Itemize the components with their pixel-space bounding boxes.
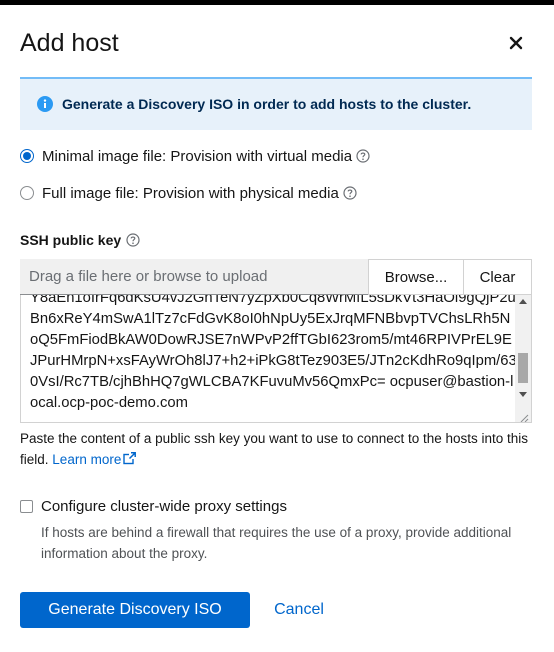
radio-minimal-image-label: Minimal image file: Provision with virtu… xyxy=(42,147,353,165)
help-icon[interactable] xyxy=(126,233,140,247)
generate-discovery-iso-button[interactable]: Generate Discovery ISO xyxy=(20,592,250,628)
cancel-button[interactable]: Cancel xyxy=(264,592,334,628)
learn-more-label: Learn more xyxy=(52,452,122,467)
radio-full-image-label: Full image file: Provision with physical… xyxy=(42,184,339,202)
file-upload: Browse... Clear xyxy=(20,259,532,295)
browse-button[interactable]: Browse... xyxy=(368,259,464,295)
scroll-up-arrow-icon[interactable] xyxy=(519,299,527,304)
radio-full-image-control[interactable] xyxy=(20,186,34,200)
window-top-border xyxy=(0,0,554,5)
scroll-down-arrow-icon[interactable] xyxy=(519,392,527,397)
clear-button[interactable]: Clear xyxy=(464,259,532,295)
radio-full-image[interactable]: Full image file: Provision with physical… xyxy=(20,183,357,203)
modal-title: Add host xyxy=(20,29,119,57)
proxy-checkbox[interactable] xyxy=(20,500,33,513)
help-icon[interactable] xyxy=(356,149,370,163)
radio-minimal-image-control[interactable] xyxy=(20,149,34,163)
textarea-scrollbar[interactable] xyxy=(515,295,531,422)
upload-filename-input[interactable] xyxy=(20,259,368,295)
info-circle-icon xyxy=(37,96,53,112)
info-alert: Generate a Discovery ISO in order to add… xyxy=(20,77,532,130)
proxy-description: If hosts are behind a firewall that requ… xyxy=(41,525,512,561)
ssh-key-label: SSH public key xyxy=(20,232,140,248)
proxy-checkbox-row[interactable]: Configure cluster-wide proxy settings xyxy=(20,498,287,515)
proxy-checkbox-label: Configure cluster-wide proxy settings xyxy=(41,498,287,515)
scrollbar-thumb[interactable] xyxy=(518,353,528,383)
external-link-icon xyxy=(123,450,137,465)
ssh-key-label-text: SSH public key xyxy=(20,232,122,248)
close-icon[interactable] xyxy=(506,33,526,53)
help-icon[interactable] xyxy=(343,186,357,200)
radio-minimal-image[interactable]: Minimal image file: Provision with virtu… xyxy=(20,146,370,166)
learn-more-link[interactable]: Learn more xyxy=(52,450,137,467)
ssh-key-value: ssh-rsa AAAAB3NzaC1yc2EAAAADAQABAAABgQC7… xyxy=(30,295,517,411)
ssh-helper-text: Paste the content of a public ssh key yo… xyxy=(20,428,532,470)
ssh-key-textarea[interactable]: ssh-rsa AAAAB3NzaC1yc2EAAAADAQABAAABgQC7… xyxy=(20,295,532,423)
alert-message: Generate a Discovery ISO in order to add… xyxy=(62,96,472,112)
resize-handle-icon[interactable] xyxy=(519,410,529,422)
